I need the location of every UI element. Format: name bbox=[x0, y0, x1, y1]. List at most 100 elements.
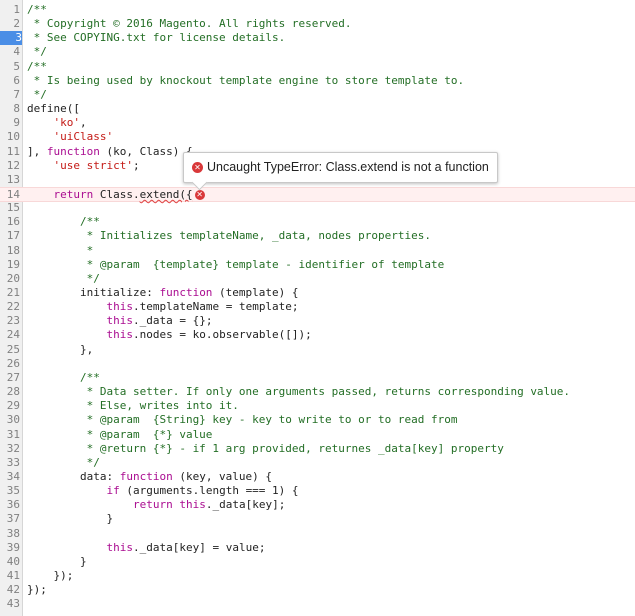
line-code[interactable]: }); bbox=[27, 569, 73, 583]
line-code[interactable]: * @return {*} - if 1 arg provided, retur… bbox=[27, 442, 504, 456]
line-number[interactable]: 22 bbox=[0, 300, 20, 314]
line-code[interactable]: * bbox=[27, 244, 94, 258]
code-line[interactable]: 22 this.templateName = template; bbox=[0, 300, 635, 314]
code-line[interactable]: 2 * Copyright © 2016 Magento. All rights… bbox=[0, 17, 635, 31]
line-code[interactable]: } bbox=[27, 555, 87, 569]
line-number[interactable]: 6 bbox=[0, 74, 20, 88]
line-code[interactable]: /** bbox=[27, 60, 47, 74]
line-code[interactable]: }, bbox=[27, 343, 93, 357]
line-code[interactable]: this._data = {}; bbox=[27, 314, 212, 328]
line-number[interactable]: 18 bbox=[0, 244, 20, 258]
line-number[interactable]: 41 bbox=[0, 569, 20, 583]
line-number[interactable]: 33 bbox=[0, 456, 20, 470]
line-code[interactable]: * Is being used by knockout template eng… bbox=[27, 74, 464, 88]
code-line[interactable]: 28 * Data setter. If only one arguments … bbox=[0, 385, 635, 399]
line-code[interactable]: */ bbox=[27, 272, 100, 286]
code-line[interactable]: 40 } bbox=[0, 555, 635, 569]
code-editor[interactable]: 1/** 2 * Copyright © 2016 Magento. All ri… bbox=[0, 0, 635, 616]
line-code[interactable]: * Copyright © 2016 Magento. All rights r… bbox=[27, 17, 352, 31]
code-line[interactable]: 25 }, bbox=[0, 343, 635, 357]
line-number[interactable]: 10 bbox=[0, 130, 20, 144]
line-number[interactable]: 23 bbox=[0, 314, 20, 328]
line-number[interactable]: 28 bbox=[0, 385, 20, 399]
code-line[interactable]: 34 data: function (key, value) { bbox=[0, 470, 635, 484]
line-number[interactable]: 39 bbox=[0, 541, 20, 555]
line-code[interactable]: this._data[key] = value; bbox=[27, 541, 265, 555]
code-line[interactable]: 21 initialize: function (template) { bbox=[0, 286, 635, 300]
code-line[interactable]: 14 return Class.extend({✕ bbox=[0, 186, 635, 202]
line-code[interactable]: return this._data[key]; bbox=[27, 498, 285, 512]
line-code[interactable]: */ bbox=[27, 45, 47, 59]
code-line[interactable]: 18 * bbox=[0, 244, 635, 258]
line-code[interactable]: return Class.extend({✕ bbox=[27, 188, 205, 202]
code-line[interactable]: 16 /** bbox=[0, 215, 635, 229]
code-line[interactable]: 5 /** bbox=[0, 60, 635, 74]
line-number[interactable]: 30 bbox=[0, 413, 20, 427]
line-number[interactable]: 9 bbox=[0, 116, 20, 130]
code-line[interactable]: 31 * @param {*} value bbox=[0, 428, 635, 442]
code-line[interactable]: 41 }); bbox=[0, 569, 635, 583]
line-code[interactable]: this.nodes = ko.observable([]); bbox=[27, 328, 311, 342]
line-number[interactable]: 42 bbox=[0, 583, 20, 597]
code-line[interactable]: 35 if (arguments.length === 1) { bbox=[0, 484, 635, 498]
line-code[interactable]: * @param {template} template - identifie… bbox=[27, 258, 445, 272]
line-number[interactable]: 1 bbox=[0, 3, 20, 17]
line-code[interactable]: * See COPYING.txt for license details. bbox=[27, 31, 286, 45]
line-number[interactable]: 3 bbox=[0, 31, 22, 46]
line-number[interactable]: 25 bbox=[0, 343, 20, 357]
line-number[interactable]: 40 bbox=[0, 555, 20, 569]
code-line[interactable]: 26 bbox=[0, 357, 635, 371]
line-code[interactable]: * Initializes templateName, _data, nodes… bbox=[27, 229, 431, 243]
code-line[interactable]: 4 */ bbox=[0, 45, 635, 59]
line-number[interactable]: 29 bbox=[0, 399, 20, 413]
line-code[interactable]: initialize: function (template) { bbox=[27, 286, 299, 300]
line-number[interactable]: 8 bbox=[0, 102, 20, 116]
line-code[interactable]: * @param {*} value bbox=[27, 428, 213, 442]
line-code[interactable]: this.templateName = template; bbox=[27, 300, 298, 314]
line-code[interactable]: define([ bbox=[27, 102, 80, 116]
line-number[interactable]: 7 bbox=[0, 88, 20, 102]
line-number[interactable]: 16 bbox=[0, 215, 20, 229]
line-code[interactable]: } bbox=[27, 512, 113, 526]
line-code[interactable]: if (arguments.length === 1) { bbox=[27, 484, 298, 498]
line-code[interactable]: * Else, writes into it. bbox=[27, 399, 239, 413]
code-line[interactable]: 17 * Initializes templateName, _data, no… bbox=[0, 229, 635, 243]
line-code[interactable]: */ bbox=[27, 456, 100, 470]
code-line[interactable]: 27 /** bbox=[0, 371, 635, 385]
code-line[interactable]: 32 * @return {*} - if 1 arg provided, re… bbox=[0, 442, 635, 456]
line-code[interactable]: 'use strict'; bbox=[27, 159, 140, 173]
code-line[interactable]: 36 return this._data[key]; bbox=[0, 498, 635, 512]
code-line[interactable]: 15 bbox=[0, 201, 635, 215]
line-number[interactable]: 34 bbox=[0, 470, 20, 484]
line-code[interactable]: 'ko', bbox=[27, 116, 87, 130]
code-line[interactable]: 9 'ko', bbox=[0, 116, 635, 130]
line-number[interactable]: 19 bbox=[0, 258, 20, 272]
line-number[interactable]: 43 bbox=[0, 597, 20, 611]
line-code[interactable]: }); bbox=[27, 583, 47, 597]
line-number[interactable]: 27 bbox=[0, 371, 20, 385]
line-code[interactable]: data: function (key, value) { bbox=[27, 470, 272, 484]
line-code[interactable]: */ bbox=[27, 88, 47, 102]
code-line[interactable]: 30 * @param {String} key - key to write … bbox=[0, 413, 635, 427]
line-code[interactable]: /** bbox=[27, 3, 47, 17]
code-line[interactable]: 20 */ bbox=[0, 272, 635, 286]
line-code[interactable]: * Data setter. If only one arguments pas… bbox=[27, 385, 570, 399]
code-line[interactable]: 3 * See COPYING.txt for license details. bbox=[0, 31, 635, 46]
line-number[interactable]: 24 bbox=[0, 328, 20, 342]
line-number[interactable]: 21 bbox=[0, 286, 20, 300]
code-line[interactable]: 33 */ bbox=[0, 456, 635, 470]
line-code[interactable]: * @param {String} key - key to write to … bbox=[27, 413, 458, 427]
code-line[interactable]: 19 * @param {template} template - identi… bbox=[0, 258, 635, 272]
code-line[interactable]: 37 } bbox=[0, 512, 635, 526]
code-line[interactable]: 10 'uiClass' bbox=[0, 130, 635, 144]
line-number[interactable]: 37 bbox=[0, 512, 20, 526]
line-code[interactable]: ], function (ko, Class) { bbox=[27, 145, 193, 159]
code-line[interactable]: 8 define([ bbox=[0, 102, 635, 116]
code-line[interactable]: 38 bbox=[0, 527, 635, 541]
code-line[interactable]: 1 /** bbox=[0, 3, 635, 17]
code-line[interactable]: 29 * Else, writes into it. bbox=[0, 399, 635, 413]
code-line[interactable]: 6 * Is being used by knockout template e… bbox=[0, 74, 635, 88]
line-number[interactable]: 17 bbox=[0, 229, 20, 243]
line-code[interactable]: /** bbox=[27, 215, 100, 229]
code-line[interactable]: 42}); bbox=[0, 583, 635, 597]
